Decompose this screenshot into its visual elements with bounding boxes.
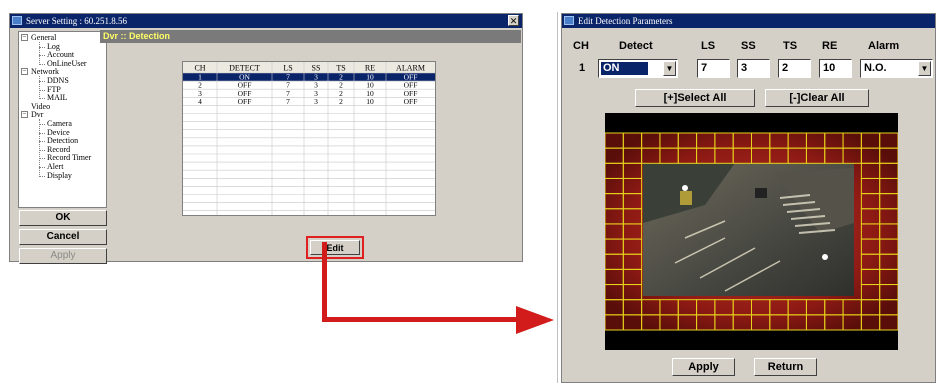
alarm-select[interactable]: N.O. ▼ [860,59,933,78]
header-ls: LS [701,40,716,52]
tree-node-dvr[interactable]: Dvr [31,110,43,119]
column-header-ch[interactable]: CH [194,64,205,73]
header-ts: TS [783,40,798,52]
arrow-head-icon [516,306,554,334]
header-ss: SS [741,40,756,52]
apply-button[interactable]: Apply [19,248,107,264]
table-cell[interactable]: OFF [404,97,418,106]
tree-guide-line [39,119,40,177]
server-setting-titlebar: Server Setting : 60.251.8.56 ✕ [10,14,522,28]
tree-guide-line [39,76,40,100]
detect-select[interactable]: ON ▼ [598,59,678,78]
ls-input[interactable]: 7 [697,59,730,78]
tree-node-display[interactable]: Display [47,171,72,180]
detection-table: CH DETECT LS SS TS RE ALARM 1 ON 7 3 2 10 OFF 2 OFF 7 3 2 1… [182,61,436,216]
header-ch: CH [573,40,589,52]
edit-detection-titlebar: Edit Detection Parameters [562,14,935,28]
close-icon[interactable]: ✕ [508,15,519,26]
header-alarm: Alarm [868,40,900,52]
table-cell[interactable]: 7 [286,97,290,106]
edit-highlight: Edit [306,236,364,259]
divider [557,12,558,383]
select-all-button[interactable]: [+]Select All [635,89,755,107]
cancel-button[interactable]: Cancel [19,229,107,245]
settings-tree: − General Log Account OnLineUser − Network DDNS… [18,31,107,208]
detect-value: ON [601,62,648,75]
re-input[interactable]: 10 [819,59,852,78]
channel-number: 1 [579,62,586,74]
arrow-horizontal [322,317,520,322]
header-detect: Detect [619,40,653,52]
column-header-ss[interactable]: SS [312,64,321,73]
table-cell[interactable]: 10 [366,97,374,106]
camera-frame [605,113,898,350]
app-icon [564,16,574,25]
chevron-down-icon[interactable]: ▼ [918,61,931,76]
column-header-ts[interactable]: TS [336,64,345,73]
ss-input[interactable]: 3 [737,59,770,78]
column-header-re[interactable]: RE [365,64,375,73]
tree-expander-icon[interactable]: − [21,68,28,76]
column-header-ls[interactable]: LS [283,64,292,73]
edit-button[interactable]: Edit [310,240,360,255]
table-cell[interactable]: 4 [198,97,202,106]
tree-expander-icon[interactable]: − [21,34,28,41]
column-header-alarm[interactable]: ALARM [396,64,425,73]
ok-button[interactable]: OK [19,210,107,226]
arrow-vertical [322,242,327,322]
panel-title: Dvr :: Detection [100,30,521,43]
selected-row-highlight [183,73,435,82]
table-cell[interactable]: OFF [238,97,252,106]
ts-input[interactable]: 2 [778,59,811,78]
apply-button[interactable]: Apply [672,358,735,376]
chevron-down-icon[interactable]: ▼ [663,61,676,76]
column-header-detect[interactable]: DETECT [229,64,260,73]
return-button[interactable]: Return [754,358,817,376]
header-re: RE [822,40,838,52]
detection-table-svg: CH DETECT LS SS TS RE ALARM1 ON 7 3 2 10 OFF2 OFF 7 3 2 1… [183,62,435,215]
edit-detection-window: Edit Detection Parameters CH Detect LS S… [561,13,936,383]
window-title: Edit Detection Parameters [578,16,673,26]
app-icon [12,16,22,25]
window-title: Server Setting : 60.251.8.56 [26,16,127,26]
table-cell[interactable]: 2 [339,97,343,106]
clear-all-button[interactable]: [-]Clear All [765,89,869,107]
server-setting-window: Server Setting : 60.251.8.56 ✕ − General L… [9,13,523,264]
detection-grid-view[interactable] [605,113,898,350]
tree-guide-line [39,42,40,65]
table-cell[interactable]: 3 [314,97,318,106]
tree-expander-icon[interactable]: − [21,111,28,119]
alarm-value: N.O. [864,62,887,74]
